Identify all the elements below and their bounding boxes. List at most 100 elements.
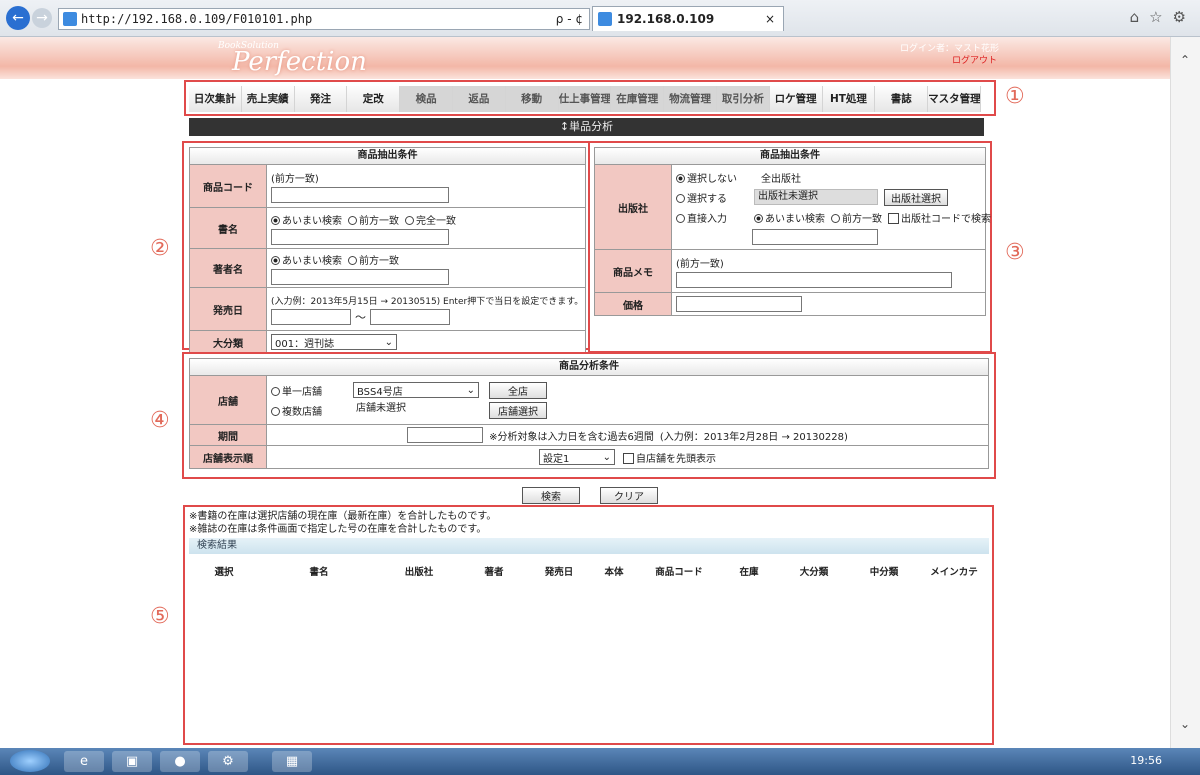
annotation-number-2: ②: [150, 236, 170, 261]
search-refresh-controls[interactable]: ρ - ¢: [523, 12, 589, 26]
page-scrollbar[interactable]: ⌃ ⌄: [1170, 37, 1200, 748]
star-icon[interactable]: ☆: [1149, 8, 1162, 26]
author-label: 著者名: [190, 249, 267, 287]
results-title: 検索結果: [189, 538, 989, 554]
publisher-input[interactable]: [752, 228, 878, 245]
tool-app-icon[interactable]: ⚙: [208, 751, 248, 772]
title-input[interactable]: [271, 228, 449, 245]
store-unselected-field: 店舗未選択: [353, 402, 479, 418]
scroll-down-icon[interactable]: ⌄: [1180, 717, 1190, 731]
chevron-down-icon: ⌄: [602, 451, 611, 463]
store-order-label: 店舗表示順: [190, 446, 267, 468]
product-filter-right: 商品抽出条件 出版社 選択しない 全出版社 選択する 出版社未選択 出版社選択 …: [594, 147, 991, 316]
browser-tab[interactable]: 192.168.0.109 ×: [592, 6, 784, 31]
period-example: (入力例：2013年2月28日 → 20130228): [659, 431, 848, 443]
column-header: 発売日: [544, 567, 574, 578]
own-store-first-checkbox[interactable]: 自店舗を先頭表示: [623, 450, 716, 465]
favicon-icon: [63, 12, 77, 26]
chevron-down-icon: ⌄: [466, 384, 475, 396]
product-code-hint: (前方一致): [271, 173, 319, 185]
column-header: 選択: [214, 567, 234, 578]
app-header: BookSolution Perfection ログイン者：マスト花形 ログアウ…: [0, 37, 1170, 79]
os-taskbar: e ▣ ● ⚙ ▦ 19:56: [0, 748, 1200, 775]
publisher-radio-prefix[interactable]: 前方一致: [831, 210, 882, 225]
back-button[interactable]: ←: [6, 6, 30, 30]
clear-button[interactable]: クリア: [600, 487, 658, 504]
store-label: 店舗: [190, 376, 267, 424]
tab-close-icon[interactable]: ×: [765, 12, 783, 26]
title-radio-exact[interactable]: 完全一致: [405, 212, 456, 227]
store-select[interactable]: BSS4号店 ⌄: [353, 382, 479, 398]
multi-store-radio[interactable]: 複数店舗: [271, 403, 347, 418]
annotation-box-1: [184, 80, 996, 116]
media-app-icon[interactable]: ●: [160, 751, 200, 772]
tab-title: 192.168.0.109: [617, 12, 715, 26]
analysis-conditions: 商品分析条件 店舗 単一店舗 BSS4号店 ⌄ 全店 複数店舗 店舗未選択 店舗選…: [189, 358, 989, 469]
right-panel-title: 商品抽出条件: [594, 147, 986, 165]
gear-icon[interactable]: ⚙: [1173, 8, 1186, 26]
results-note-books: ※書籍の在庫は選択店舗の現在庫（最新在庫）を合計したものです。: [189, 511, 497, 522]
release-date-from[interactable]: [271, 308, 351, 325]
author-input[interactable]: [271, 268, 449, 285]
scroll-up-icon[interactable]: ⌃: [1180, 53, 1190, 67]
column-header: 大分類: [799, 567, 829, 578]
browser-app-icon[interactable]: e: [64, 751, 104, 772]
category-select[interactable]: 001：週刊誌 ⌄: [271, 334, 397, 350]
annotation-number-3: ③: [1005, 240, 1025, 265]
taskbar-clock: 19:56: [1130, 754, 1162, 767]
store-order-select[interactable]: 設定1 ⌄: [539, 449, 615, 465]
app-logo: Perfection: [232, 47, 367, 77]
forward-button[interactable]: →: [32, 8, 52, 28]
search-results: ※書籍の在庫は選択店舗の現在庫（最新在庫）を合計したものです。 ※雑誌の在庫は条…: [189, 510, 989, 744]
store-select-button[interactable]: 店舗選択: [489, 401, 547, 419]
start-button[interactable]: [10, 750, 50, 772]
release-date-label: 発売日: [190, 288, 267, 330]
price-input[interactable]: [676, 296, 802, 312]
address-bar[interactable]: http://192.168.0.109/F010101.php ρ - ¢: [58, 8, 590, 30]
calendar-app-icon[interactable]: ▦: [272, 751, 312, 772]
folder-app-icon[interactable]: ▣: [112, 751, 152, 772]
annotation-number-5: ⑤: [150, 604, 170, 629]
all-stores-button[interactable]: 全店: [489, 381, 547, 399]
column-header: 在庫: [739, 567, 759, 578]
column-header: 出版社: [404, 567, 434, 578]
annotation-number-4: ④: [150, 408, 170, 433]
product-memo-hint: (前方一致): [676, 258, 724, 270]
release-date-hint: (入力例：2013年5月15日 → 20130515) Enter押下で当日を設…: [271, 296, 584, 307]
annotation-number-1: ①: [1005, 84, 1025, 109]
browser-toolbar: ← → http://192.168.0.109/F010101.php ρ -…: [0, 0, 1200, 37]
title-radio-prefix[interactable]: 前方一致: [348, 212, 399, 227]
author-radio-prefix[interactable]: 前方一致: [348, 252, 399, 267]
date-range-separator: ～: [355, 310, 366, 324]
tab-favicon-icon: [598, 12, 612, 26]
publisher-radio-select[interactable]: 選択する: [676, 190, 748, 205]
publisher-radio-fuzzy[interactable]: あいまい検索: [754, 210, 825, 225]
product-code-input[interactable]: [271, 186, 449, 203]
column-header: 本体: [604, 567, 624, 578]
column-header: 書名: [309, 567, 329, 578]
publisher-radio-direct[interactable]: 直接入力: [676, 210, 748, 225]
column-header: メインカテ: [930, 567, 978, 578]
column-header: 商品コード: [655, 567, 703, 578]
product-code-label: 商品コード: [190, 165, 267, 207]
price-label: 価格: [595, 293, 672, 315]
logout-link[interactable]: ログアウト: [952, 53, 997, 66]
address-url[interactable]: http://192.168.0.109/F010101.php: [81, 12, 523, 26]
single-store-radio[interactable]: 単一店舗: [271, 383, 347, 398]
search-button[interactable]: 検索: [522, 487, 580, 504]
column-header: 著者: [484, 567, 504, 578]
publisher-select-button[interactable]: 出版社選択: [884, 188, 948, 206]
arrow-right-icon: →: [36, 10, 48, 26]
category-label: 大分類: [190, 331, 267, 353]
author-radio-fuzzy[interactable]: あいまい検索: [271, 252, 342, 267]
period-label: 期間: [190, 425, 267, 445]
publisher-radio-none[interactable]: 選択しない: [676, 170, 737, 185]
period-input[interactable]: [407, 427, 484, 443]
results-note-magazines: ※雑誌の在庫は条件画面で指定した号の在庫を合計したものです。: [189, 524, 487, 535]
title-radio-fuzzy[interactable]: あいまい検索: [271, 212, 342, 227]
publisher-code-checkbox[interactable]: 出版社コードで検索: [888, 210, 991, 225]
period-hint: ※分析対象は入力日を含む過去6週間: [489, 431, 654, 443]
home-icon[interactable]: ⌂: [1130, 8, 1140, 26]
product-memo-input[interactable]: [676, 271, 952, 288]
release-date-to[interactable]: [370, 308, 450, 325]
